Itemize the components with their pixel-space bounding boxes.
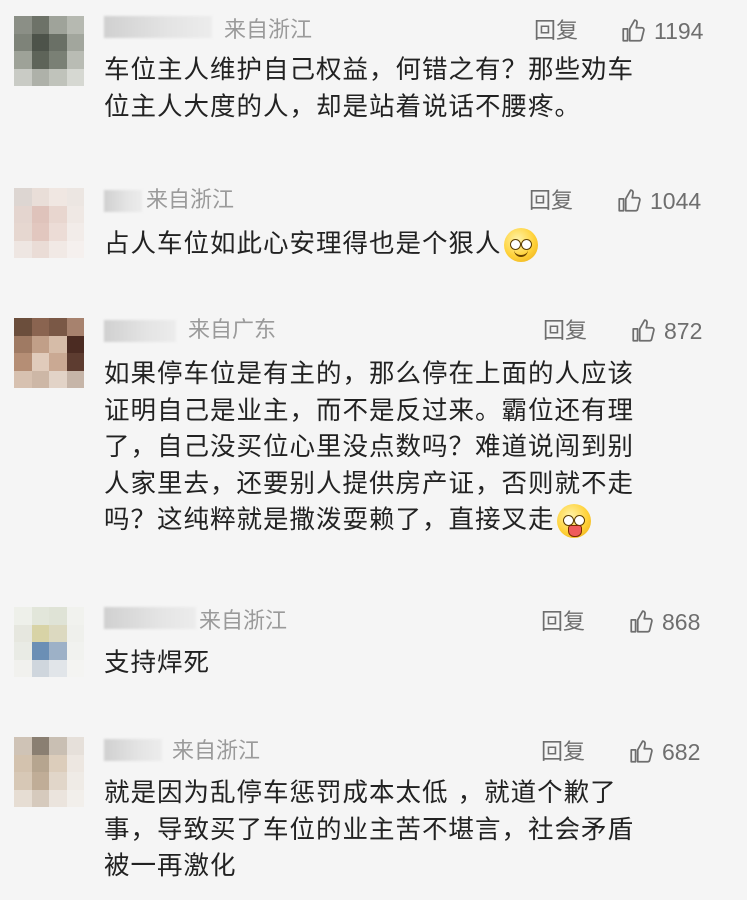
like-button[interactable]: 1044 <box>616 186 701 216</box>
comment-line: 证明自己是业主，而不是反过来。霸位还有理 <box>104 395 635 426</box>
username-redacted[interactable] <box>104 320 176 342</box>
username-redacted[interactable] <box>104 607 196 629</box>
thumbs-up-icon <box>618 189 641 212</box>
like-count: 872 <box>664 317 703 344</box>
avatar[interactable] <box>14 737 84 807</box>
thumbs-up-icon <box>622 19 645 42</box>
comment-line: 位主人大度的人，却是站着说话不腰疼。 <box>104 91 582 122</box>
like-count: 1194 <box>654 17 704 44</box>
avatar[interactable] <box>14 16 84 86</box>
comment-line: 占人车位如此心安理得也是个狠人 <box>104 229 502 259</box>
location-label: 来自浙江 <box>146 188 235 213</box>
comment-text: 支持焊死 <box>104 645 734 682</box>
reply-button[interactable]: 回复 <box>541 738 585 768</box>
like-button[interactable]: 868 <box>628 607 700 637</box>
avatar[interactable] <box>14 607 84 677</box>
comment-line: 如果停车位是有主的，那么停在上面的人应该 <box>104 359 635 389</box>
comment-line: 吗？这纯粹就是撒泼耍赖了，直接叉走 <box>104 505 555 535</box>
reply-button[interactable]: 回复 <box>534 17 578 47</box>
location-label: 来自浙江 <box>172 739 261 764</box>
thumbs-up-icon <box>630 740 653 763</box>
username-redacted[interactable] <box>104 190 142 212</box>
like-button[interactable]: 1194 <box>620 16 703 46</box>
username-redacted[interactable] <box>104 16 212 38</box>
location-label: 来自浙江 <box>224 18 313 43</box>
comment-text: 如果停车位是有主的，那么停在上面的人应该 证明自己是业主，而不是反过来。霸位还有… <box>104 356 734 539</box>
reply-button[interactable]: 回复 <box>543 317 587 347</box>
comment-line: 人家里去，还要别人提供房产证，否则就不走 <box>104 468 635 499</box>
comment-text: 就是因为乱停车惩罚成本太低 ，就道个歉了 事，导致买了车位的业主苦不堪言，社会矛… <box>104 775 734 885</box>
tongue-out-face-emoji <box>556 504 591 538</box>
location-label: 来自广东 <box>188 318 277 343</box>
comment-line: 事，导致买了车位的业主苦不堪言，社会矛盾 <box>104 814 635 845</box>
like-count: 1044 <box>650 187 702 214</box>
thumbs-up-icon <box>630 610 653 633</box>
like-count: 682 <box>662 738 701 765</box>
avatar[interactable] <box>14 188 84 258</box>
comment-text: 占人车位如此心安理得也是个狠人 <box>104 226 734 263</box>
username-redacted[interactable] <box>104 739 162 761</box>
comment-line: 车位主人维护自己权益，何错之有？那些劝车 <box>104 55 635 85</box>
comment-line: 就是因为乱停车惩罚成本太低 ，就道个歉了 <box>104 778 617 808</box>
like-count: 868 <box>662 608 701 635</box>
comment-line: 被一再激化 <box>104 851 237 881</box>
comment-line: 了，自己没买位心里没点数吗？难道说闯到别 <box>104 432 635 462</box>
slightly-smiling-face-emoji <box>503 228 538 262</box>
reply-button[interactable]: 回复 <box>529 187 573 217</box>
reply-button[interactable]: 回复 <box>541 608 585 638</box>
comment-line: 支持焊死 <box>104 648 211 678</box>
location-label: 来自浙江 <box>199 609 288 634</box>
comment-text: 车位主人维护自己权益，何错之有？那些劝车 位主人大度的人，却是站着说话不腰疼。 <box>104 52 734 125</box>
avatar[interactable] <box>14 318 84 388</box>
thumbs-up-icon <box>632 319 655 342</box>
like-button[interactable]: 682 <box>628 737 700 767</box>
like-button[interactable]: 872 <box>630 316 702 346</box>
